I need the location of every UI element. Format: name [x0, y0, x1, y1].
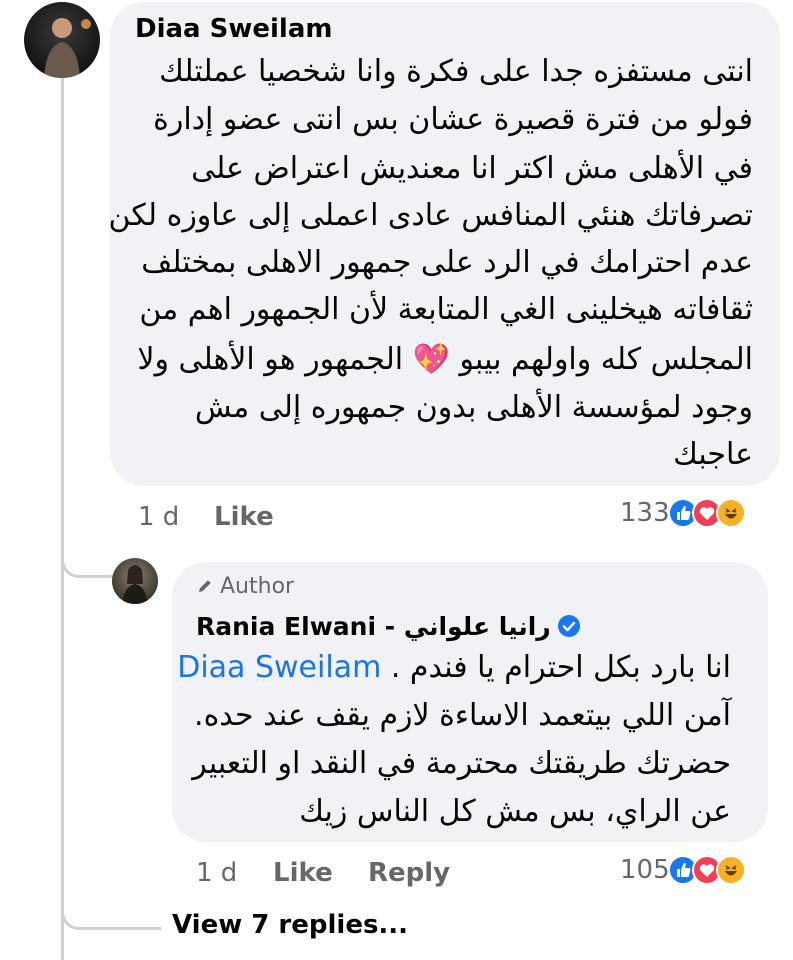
reply-first-line-text: انا بارد بكل احترام يا فندم . [390, 650, 731, 685]
reply-text-line: انا بارد بكل احترام يا فندم . Diaa Sweil… [177, 650, 731, 685]
thread-connector [61, 530, 119, 578]
thread-line [61, 78, 64, 960]
thread-connector [61, 858, 161, 930]
comment-text-line: ثقافاته هيخلينى الغي المتابعة لأن الجمهو… [139, 292, 753, 327]
verified-icon [557, 615, 580, 637]
comment-text-line: انتى مستفزه جدا على فكرة وانا شخصيا عملت… [159, 54, 753, 89]
comment-text-line: عدم احترامك في الرد على جمهور الاهلى بمخ… [141, 245, 753, 280]
reply-button[interactable]: Reply [368, 858, 450, 888]
reaction-summary[interactable]: 133 [620, 498, 746, 528]
comment-author[interactable]: Diaa Sweilam [135, 14, 332, 44]
author-badge: Author [196, 574, 294, 599]
reaction-count: 133 [620, 498, 670, 528]
view-replies-link[interactable]: View 7 replies... [172, 910, 408, 940]
haha-reaction-icon [715, 855, 746, 885]
comment-text-line: وجود لمؤسسة الأهلى بدون جمهوره إلى مش [194, 390, 753, 425]
reply-text-line: آمن اللي بيتعمد الاساءة لازم يقف عند حده… [194, 698, 731, 733]
reaction-summary[interactable]: 105 [620, 855, 746, 885]
comment-text-line: في الأهلى مش اكتر انا معنديش اعتراض على [191, 151, 753, 186]
mention-link[interactable]: Diaa Sweilam [177, 650, 381, 685]
comment-text-line: المجلس كله واولهم بيبو 💖 الجمهور هو الأه… [137, 342, 753, 377]
reaction-count: 105 [620, 855, 670, 885]
pencil-icon [199, 580, 211, 592]
author-badge-label: Author [220, 574, 295, 599]
comment-text-line: عاجبك [673, 437, 753, 472]
avatar-image [44, 18, 91, 78]
reply-author[interactable]: Rania Elwani - رانيا علواني [196, 612, 581, 641]
like-button[interactable]: Like [273, 858, 333, 888]
avatar[interactable] [24, 2, 100, 78]
comment-timestamp[interactable]: 1 d [138, 502, 179, 532]
reply-avatar[interactable] [112, 558, 158, 604]
avatar-image [122, 565, 148, 604]
reply-timestamp[interactable]: 1 d [196, 858, 237, 888]
reply-text-line: حضرتك طريقتك محترمة في النقد او التعبير [192, 746, 731, 781]
reply-author-name[interactable]: Rania Elwani - رانيا علواني [196, 612, 551, 641]
haha-reaction-icon [715, 498, 746, 528]
reply-text-line: عن الراي، بس مش كل الناس زيك [299, 794, 731, 829]
comment-text-line: تصرفاتك هنئي المنافس عادى اعملى إلى عاوز… [108, 198, 753, 233]
comment-text-line: فولو من فترة قصيرة عشان بس انتى عضو إدار… [153, 102, 753, 137]
like-button[interactable]: Like [214, 502, 274, 532]
